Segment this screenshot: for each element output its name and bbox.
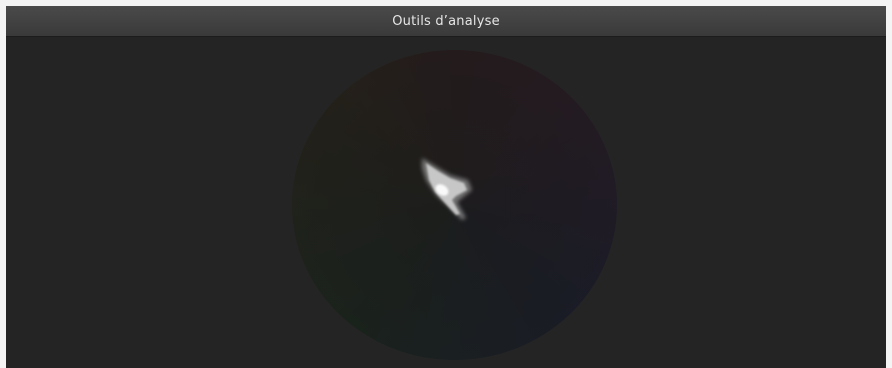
window-title: Outils d’analyse	[392, 13, 500, 29]
vectorscope-trace	[422, 158, 472, 220]
window-titlebar[interactable]: Outils d’analyse	[6, 6, 886, 37]
scope-panel	[6, 37, 886, 368]
analysis-tools-window: Outils d’analyse	[6, 6, 886, 368]
vectorscope-display	[292, 50, 617, 360]
